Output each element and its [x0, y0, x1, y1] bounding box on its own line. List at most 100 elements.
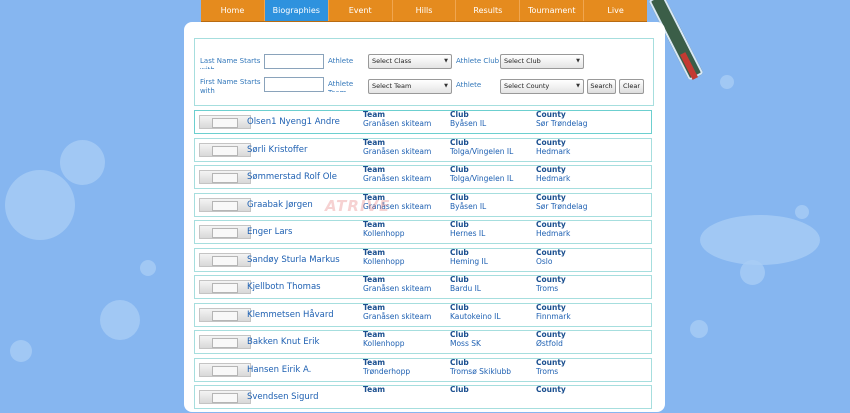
athlete-class-label: Athlete	[328, 57, 354, 65]
athlete-row[interactable]: Sandøy Sturla Markus Team Kollenhopp Club He…	[194, 247, 652, 272]
athlete-photo	[199, 170, 251, 184]
athlete-team: Trønderhopp	[363, 366, 411, 376]
athlete-row[interactable]: Bakken Knut Erik Team Kollenhopp Club Moss S…	[194, 330, 652, 354]
athlete-row[interactable]: Svendsen Sigurd Team Club County	[194, 385, 652, 409]
athlete-photo	[199, 142, 251, 157]
team-select-value: Select Team	[372, 82, 412, 90]
athlete-name[interactable]: Olsen1 Nyeng1 Andre	[247, 117, 340, 127]
county-heading: County	[536, 110, 566, 119]
athlete-row[interactable]: Olsen1 Nyeng1 Andre Team Granåsen skiteam C…	[194, 110, 652, 134]
team-heading: Team	[363, 110, 386, 119]
athlete-team: Granåsen skiteam	[363, 119, 432, 128]
athlete-name[interactable]: Kjellbotn Thomas	[247, 282, 321, 292]
athlete-name[interactable]: Bakken Knut Erik	[247, 337, 319, 347]
nav-live[interactable]: Live	[584, 0, 647, 21]
nav-results[interactable]: Results	[456, 0, 521, 21]
athlete-name[interactable]: Sørli Kristoffer	[247, 145, 308, 155]
nav-home[interactable]: Home	[201, 0, 265, 21]
last-name-input[interactable]	[264, 54, 324, 69]
athlete-row[interactable]: Kjellbotn Thomas Team Granåsen skiteam Club…	[194, 275, 652, 299]
nav-tournament[interactable]: Tournament	[520, 0, 585, 21]
county-select[interactable]: Select County ▼	[500, 79, 584, 94]
club-heading: Club	[450, 220, 469, 229]
search-filter-box: Last Name Starts with First Name Starts …	[194, 38, 654, 106]
athlete-name[interactable]: Sømmerstad Rolf Ole	[247, 172, 337, 182]
athlete-team: Kollenhopp	[363, 229, 405, 238]
athlete-team: Granåsen skiteam	[363, 146, 432, 156]
athlete-row[interactable]: Sørli Kristoffer Team Granåsen skiteam Club…	[194, 137, 652, 162]
athlete-county-cell: County Hedmark	[536, 221, 571, 238]
athlete-name[interactable]: Enger Lars	[247, 227, 292, 237]
chevron-down-icon: ▼	[576, 58, 580, 64]
athlete-club: Heming IL	[450, 256, 488, 266]
athlete-team-cell: Team Granåsen skiteam	[363, 275, 431, 293]
athlete-county: Hedmark	[536, 229, 571, 238]
athlete-row[interactable]: Klemmetsen Håvard Team Granåsen skiteam Clu…	[194, 302, 652, 327]
athlete-team-cell: Team Trønderhopp	[363, 359, 411, 376]
athlete-club-cell: Club Byåsen IL	[450, 192, 486, 211]
athlete-county-cell: County Østfold	[536, 331, 566, 348]
athlete-name[interactable]: Sandøy Sturla Markus	[247, 255, 340, 265]
club-heading: Club	[450, 165, 469, 174]
team-heading: Team	[363, 137, 386, 147]
class-select[interactable]: Select Class ▼	[368, 54, 452, 69]
athlete-county: Troms	[536, 366, 559, 376]
club-heading: Club	[450, 110, 469, 119]
nav-hills[interactable]: Hills	[393, 0, 457, 21]
club-heading: Club	[450, 330, 469, 339]
athlete-county: Finnmark	[536, 311, 571, 321]
athlete-photo	[199, 280, 251, 294]
nav-biographies[interactable]: Biographies	[264, 0, 329, 21]
athlete-name[interactable]: Svendsen Sigurd	[247, 392, 318, 402]
athlete-team-cell: Team Kollenhopp	[363, 330, 405, 348]
club-select-value: Select Club	[504, 57, 541, 65]
team-heading: Team	[363, 385, 386, 394]
athlete-photo	[199, 252, 251, 267]
chevron-down-icon: ▼	[444, 58, 448, 64]
first-name-input[interactable]	[264, 77, 324, 92]
athlete-team-cell: Team Granåsen skiteam	[363, 110, 432, 128]
athlete-county: Oslo	[536, 256, 553, 266]
athlete-row[interactable]: Sømmerstad Rolf Ole Team Granåsen skiteam C…	[194, 165, 652, 189]
athlete-club-label: Athlete Club	[456, 57, 500, 65]
team-heading: Team	[363, 275, 386, 284]
county-heading: County	[536, 357, 566, 367]
club-select[interactable]: Select Club ▼	[500, 54, 584, 69]
athlete-name[interactable]: Graabak Jørgen	[247, 200, 313, 210]
athlete-club: Moss SK	[450, 339, 481, 348]
athlete-club: Bardu IL	[450, 284, 481, 293]
background-splash	[140, 260, 156, 276]
athlete-county: Sør Trøndelag	[536, 119, 588, 128]
athlete-county-cell: County Troms	[536, 276, 566, 293]
athlete-row[interactable]: Enger Lars Team Kollenhopp Club Hernes IL Cou…	[194, 220, 652, 244]
county-heading: County	[536, 385, 566, 394]
athlete-row[interactable]: Hansen Eirik A. Team Trønderhopp Club Tromsø…	[194, 357, 652, 382]
clear-button[interactable]: Clear	[619, 79, 644, 94]
background-splash	[700, 215, 820, 265]
county-heading: County	[536, 302, 566, 312]
background-splash	[720, 75, 734, 89]
athlete-photo	[199, 225, 251, 239]
county-heading: County	[536, 247, 566, 257]
watermark-logo: ATRIVE	[325, 197, 391, 215]
last-name-label: Last Name Starts with	[200, 57, 261, 69]
athlete-photo	[199, 115, 251, 129]
team-heading: Team	[363, 302, 386, 312]
background-splash	[60, 140, 105, 185]
athlete-county-cell: County Hedmark	[536, 166, 571, 183]
club-heading: Club	[450, 137, 469, 147]
athlete-county: Hedmark	[536, 174, 571, 183]
athlete-name[interactable]: Hansen Eirik A.	[247, 365, 311, 375]
club-heading: Club	[450, 192, 469, 202]
club-heading: Club	[450, 302, 469, 312]
team-select[interactable]: Select Team ▼	[368, 79, 452, 94]
athlete-row[interactable]: Graabak Jørgen Team Granåsen skiteam Club By…	[194, 192, 652, 217]
nav-event[interactable]: Event	[329, 0, 393, 21]
search-button[interactable]: Search	[587, 79, 616, 94]
team-heading: Team	[363, 330, 386, 339]
club-heading: Club	[450, 385, 469, 394]
athlete-club: Tolga/Vingelen IL	[450, 146, 514, 156]
county-heading: County	[536, 137, 566, 147]
class-select-value: Select Class	[372, 57, 412, 65]
athlete-name[interactable]: Klemmetsen Håvard	[247, 310, 334, 320]
